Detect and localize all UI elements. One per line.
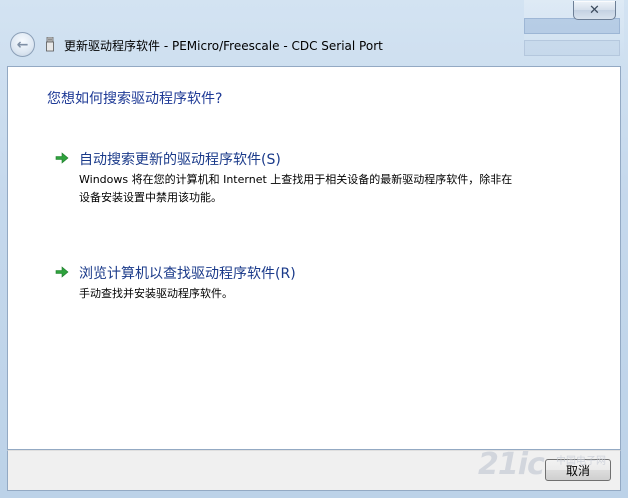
green-arrow-icon	[55, 266, 69, 278]
close-icon: ✕	[589, 2, 600, 18]
back-button[interactable]: ←	[10, 32, 35, 57]
window-frame: ✕ ← 更新驱动程序软件 - PEMicro/Freescale - CDC S…	[0, 0, 628, 498]
ghost-bar	[524, 40, 620, 56]
page-heading: 您想如何搜索驱动程序软件?	[47, 91, 223, 107]
option-browse-computer[interactable]: 浏览计算机以查找驱动程序软件(R) 手动查找并安装驱动程序软件。	[55, 263, 525, 303]
option-auto-search-description: Windows 将在您的计算机和 Internet 上查找用于相关设备的最新驱动…	[79, 173, 513, 204]
back-arrow-icon: ←	[16, 36, 29, 53]
ghost-bar	[524, 18, 620, 34]
content-panel: 您想如何搜索驱动程序软件? 自动搜索更新的驱动程序软件(S) Windows 将…	[7, 66, 621, 450]
close-button[interactable]: ✕	[573, 1, 616, 20]
watermark-caption: 中国电子网	[556, 456, 606, 467]
green-arrow-icon	[55, 152, 69, 164]
option-browse-computer-description: 手动查找并安装驱动程序软件。	[79, 287, 233, 300]
option-browse-computer-label[interactable]: 浏览计算机以查找驱动程序软件(R)	[79, 263, 296, 283]
option-auto-search-label[interactable]: 自动搜索更新的驱动程序软件(S)	[79, 149, 281, 169]
watermark-logo: 21ic	[478, 447, 545, 482]
usb-device-icon	[46, 37, 54, 52]
window-title: 更新驱动程序软件 - PEMicro/Freescale - CDC Seria…	[64, 39, 383, 53]
option-auto-search[interactable]: 自动搜索更新的驱动程序软件(S) Windows 将在您的计算机和 Intern…	[55, 149, 525, 209]
